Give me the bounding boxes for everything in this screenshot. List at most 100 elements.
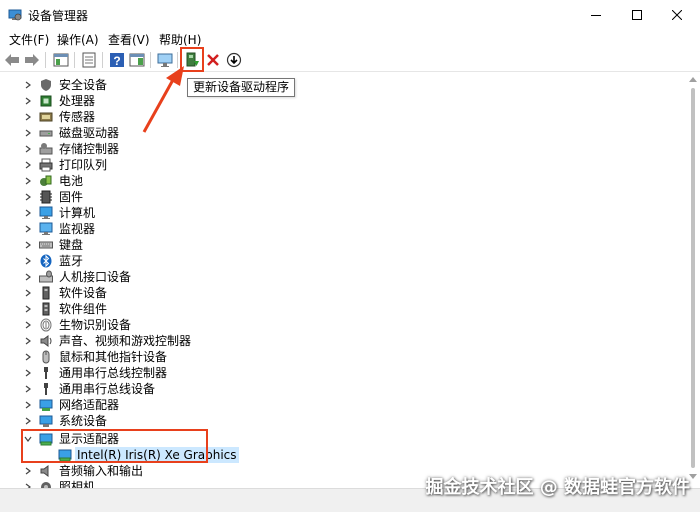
chevron-right-icon bbox=[25, 369, 31, 377]
forward-button[interactable] bbox=[23, 51, 41, 69]
maximize-icon bbox=[632, 10, 642, 20]
tree-item-label: 蓝牙 bbox=[59, 254, 84, 268]
chevron-right-icon bbox=[25, 241, 31, 249]
toolbar: ? bbox=[0, 48, 700, 72]
tree-item-label: 鼠标和其他指针设备 bbox=[59, 350, 168, 364]
system-icon bbox=[39, 415, 53, 427]
tree-item-label: 人机接口设备 bbox=[59, 270, 132, 284]
menu-view[interactable]: 查看(V) bbox=[108, 31, 150, 48]
tree-item-label: 照相机 bbox=[59, 480, 96, 488]
tree-item-label: 键盘 bbox=[59, 238, 84, 252]
scroll-thumb[interactable] bbox=[691, 88, 695, 468]
printer-icon bbox=[39, 158, 53, 172]
uninstall-device-button[interactable] bbox=[204, 51, 222, 69]
tree-item-label: 通用串行总线设备 bbox=[59, 382, 156, 396]
vertical-scrollbar[interactable] bbox=[686, 74, 700, 488]
tree-item-computer[interactable]: 计算机 bbox=[0, 205, 686, 221]
chevron-right-icon bbox=[25, 193, 31, 201]
tree-item-usb-controllers[interactable]: 通用串行总线控制器 bbox=[0, 365, 686, 381]
chevron-right-icon bbox=[25, 113, 31, 121]
tree-item-firmware[interactable]: 固件 bbox=[0, 189, 686, 205]
bluetooth-icon bbox=[40, 254, 52, 268]
menu-action[interactable]: 操作(A) bbox=[57, 31, 99, 48]
chevron-right-icon bbox=[25, 225, 31, 233]
fingerprint-icon bbox=[40, 318, 52, 332]
storage-icon bbox=[39, 143, 53, 155]
help-button[interactable]: ? bbox=[108, 51, 126, 69]
disk-icon bbox=[39, 130, 53, 137]
monitor-icon bbox=[39, 222, 53, 235]
usb-icon bbox=[44, 383, 48, 395]
console-tree-icon bbox=[53, 53, 69, 67]
hid-icon bbox=[39, 270, 53, 283]
tree-item-monitors[interactable]: 监视器 bbox=[0, 221, 686, 237]
tree-item-disk-drives[interactable]: 磁盘驱动器 bbox=[0, 125, 686, 141]
chevron-right-icon bbox=[25, 145, 31, 153]
network-icon bbox=[39, 399, 53, 411]
chevron-right-icon bbox=[25, 273, 31, 281]
tree-item-label: 固件 bbox=[59, 190, 84, 204]
tree-item-label: 软件组件 bbox=[59, 302, 108, 316]
keyboard-icon bbox=[39, 241, 53, 249]
properties-button[interactable] bbox=[80, 51, 98, 69]
tree-item-label: 软件设备 bbox=[59, 286, 108, 300]
tree-item-print-queues[interactable]: 打印队列 bbox=[0, 157, 686, 173]
menu-help[interactable]: 帮助(H) bbox=[159, 31, 201, 48]
sensor-icon bbox=[39, 112, 53, 122]
cpu-icon bbox=[40, 95, 52, 107]
tree-item-batteries[interactable]: 电池 bbox=[0, 173, 686, 189]
chevron-right-icon bbox=[25, 177, 31, 185]
tree-item-human-interface-devices[interactable]: 人机接口设备 bbox=[0, 269, 686, 285]
tree-item-biometric-devices[interactable]: 生物识别设备 bbox=[0, 317, 686, 333]
chevron-right-icon bbox=[25, 161, 31, 169]
audio-icon bbox=[40, 465, 49, 477]
tree-item-mice-pointing-devices[interactable]: 鼠标和其他指针设备 bbox=[0, 349, 686, 365]
chevron-right-icon bbox=[25, 305, 31, 313]
chevron-right-icon bbox=[25, 353, 31, 361]
tree-item-sound-video-game-controllers[interactable]: 声音、视频和游戏控制器 bbox=[0, 333, 686, 349]
tree-item-processors[interactable]: 处理器 bbox=[0, 93, 686, 109]
close-button[interactable] bbox=[654, 0, 700, 30]
chevron-right-icon bbox=[25, 257, 31, 265]
scroll-down-icon[interactable] bbox=[689, 474, 697, 480]
shield-icon bbox=[41, 79, 51, 91]
device-tree: 安全设备 处理器 传感器 磁盘驱动器 存储控制器 打印队列 电池 固件 计算机 bbox=[0, 74, 686, 488]
tree-item-sensors[interactable]: 传感器 bbox=[0, 109, 686, 125]
chevron-right-icon bbox=[25, 289, 31, 297]
title-bar: 设备管理器 bbox=[0, 0, 700, 30]
menu-file[interactable]: 文件(F) bbox=[9, 31, 49, 48]
close-icon bbox=[672, 10, 682, 20]
chevron-right-icon bbox=[25, 97, 31, 105]
back-arrow-icon bbox=[5, 54, 19, 66]
tree-item-label: 安全设备 bbox=[59, 78, 108, 92]
chevron-right-icon bbox=[25, 401, 31, 409]
tree-item-label: 声音、视频和游戏控制器 bbox=[59, 334, 192, 348]
tree-item-system-devices[interactable]: 系统设备 bbox=[0, 413, 686, 429]
firmware-icon bbox=[40, 190, 52, 204]
scroll-up-icon[interactable] bbox=[689, 76, 697, 82]
tree-item-label: 通用串行总线控制器 bbox=[59, 366, 168, 380]
tree-item-label: 生物识别设备 bbox=[59, 318, 132, 332]
chevron-right-icon bbox=[25, 129, 31, 137]
tree-item-keyboards[interactable]: 键盘 bbox=[0, 237, 686, 253]
tree-item-software-devices[interactable]: 软件设备 bbox=[0, 285, 686, 301]
tree-item-storage-controllers[interactable]: 存储控制器 bbox=[0, 141, 686, 157]
window-title: 设备管理器 bbox=[28, 9, 89, 23]
speaker-icon bbox=[40, 335, 52, 347]
tree-item-bluetooth[interactable]: 蓝牙 bbox=[0, 253, 686, 269]
tree-item-security-devices[interactable]: 安全设备 bbox=[0, 77, 686, 93]
software-component-icon bbox=[42, 302, 50, 316]
tree-item-network-adapters[interactable]: 网络适配器 bbox=[0, 397, 686, 413]
back-button[interactable] bbox=[3, 51, 21, 69]
show-hide-console-tree-button[interactable] bbox=[52, 51, 70, 69]
chevron-right-icon bbox=[25, 81, 31, 89]
tree-item-label: 打印队列 bbox=[59, 158, 108, 172]
chevron-right-icon bbox=[25, 321, 31, 329]
disable-device-button[interactable] bbox=[225, 51, 243, 69]
tree-item-usb-devices[interactable]: 通用串行总线设备 bbox=[0, 381, 686, 397]
tree-item-label: 音频输入和输出 bbox=[59, 464, 144, 478]
computer-icon bbox=[39, 206, 53, 219]
display-adapter-highlight bbox=[21, 429, 208, 463]
tree-item-software-components[interactable]: 软件组件 bbox=[0, 301, 686, 317]
minimize-button[interactable] bbox=[573, 0, 619, 30]
